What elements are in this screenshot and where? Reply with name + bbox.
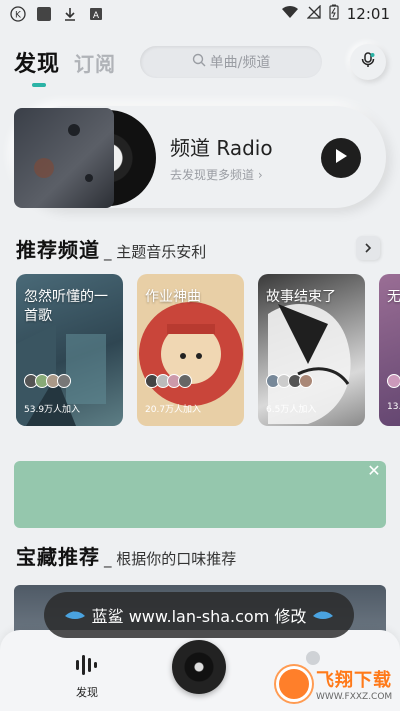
- channel-card[interactable]: 故事结束了 6.5万人加入: [258, 274, 365, 426]
- channel-card[interactable]: 无 13.6: [379, 274, 400, 426]
- watermark-url: WWW.FXXZ.COM: [316, 692, 393, 702]
- a-box-icon: A: [88, 6, 104, 22]
- tab-discover[interactable]: 发现: [14, 46, 60, 87]
- square-icon: [36, 6, 52, 22]
- avatar-group: [145, 374, 192, 388]
- channel-cards: 忽然听懂的一首歌 53.9万人加入 作业神曲 20.7万人加入 故事结束了 6.…: [16, 274, 400, 426]
- play-icon: [334, 148, 348, 168]
- search-icon: [192, 53, 206, 71]
- card-title: 作业神曲: [145, 289, 201, 305]
- card-title: 故事结束了: [266, 289, 336, 305]
- treasure-section-header: 宝藏推荐 _ 根据你的口味推荐: [16, 541, 236, 570]
- recommend-title: 推荐频道: [16, 238, 100, 262]
- watermark: 飞翔下载 WWW.FXXZ.COM: [276, 664, 396, 704]
- ad-banner[interactable]: [14, 461, 386, 528]
- treasure-subtitle: _ 根据你的口味推荐: [104, 550, 237, 568]
- no-signal-icon: [306, 4, 321, 23]
- svg-text:A: A: [93, 11, 100, 21]
- radio-title: 频道 Radio: [170, 136, 273, 160]
- channel-card[interactable]: 忽然听懂的一首歌 53.9万人加入: [16, 274, 123, 426]
- search-placeholder: 单曲/频道: [209, 55, 271, 71]
- channel-card[interactable]: 作业神曲 20.7万人加入: [137, 274, 244, 426]
- avatar-group: [266, 374, 313, 388]
- battery-icon: [329, 4, 339, 24]
- card-member-count: 53.9万人加入: [24, 405, 81, 415]
- card-title: 忽然听懂的一首歌: [24, 289, 108, 324]
- toast-message: 蓝鲨 www.lan-sha.com 修改: [44, 592, 354, 638]
- voice-search-button[interactable]: [350, 44, 386, 80]
- wifi-icon: [281, 5, 299, 23]
- recommend-subtitle: _ 主题音乐安利: [104, 243, 207, 261]
- avatar: [387, 374, 400, 388]
- recommend-section-header: 推荐频道 _ 主题音乐安利: [16, 234, 206, 263]
- svg-text:K: K: [15, 11, 22, 21]
- treasure-title: 宝藏推荐: [16, 545, 100, 569]
- radio-more-link[interactable]: 去发现更多频道 ›: [170, 166, 263, 183]
- play-button[interactable]: [321, 138, 361, 178]
- nav-profile-icon[interactable]: [306, 651, 320, 665]
- shark-icon: [312, 606, 334, 625]
- radio-album-cover: [14, 108, 114, 208]
- nav-discover[interactable]: 发现: [72, 652, 102, 700]
- watermark-logo-icon: [276, 666, 312, 702]
- avatar-group: [24, 374, 71, 388]
- card-member-count: 13.6: [387, 402, 400, 412]
- toast-text: 蓝鲨 www.lan-sha.com 修改: [91, 607, 307, 626]
- close-icon[interactable]: ✕: [366, 463, 382, 479]
- clock: 12:01: [346, 5, 390, 23]
- status-bar: K A 12:01: [0, 0, 400, 28]
- card-title: 无: [387, 289, 400, 305]
- now-playing-disc-button[interactable]: [172, 640, 226, 694]
- search-input[interactable]: 单曲/频道: [140, 46, 323, 78]
- avatar-group: [387, 374, 400, 388]
- watermark-title: 飞翔下载: [316, 670, 392, 691]
- avatar: [178, 374, 192, 388]
- tab-subscribe[interactable]: 订阅: [74, 48, 116, 77]
- avatar: [57, 374, 71, 388]
- header: 发现 订阅 单曲/频道: [14, 42, 386, 87]
- k-circle-icon: K: [10, 6, 26, 22]
- avatar: [299, 374, 313, 388]
- equalizer-icon: [74, 652, 100, 680]
- nav-discover-label: 发现: [76, 686, 98, 699]
- card-member-count: 6.5万人加入: [266, 405, 317, 415]
- download-icon: [62, 6, 78, 22]
- card-member-count: 20.7万人加入: [145, 405, 202, 415]
- shark-icon: [64, 606, 86, 625]
- mic-icon: [359, 51, 377, 73]
- recommend-more-button[interactable]: [356, 236, 380, 260]
- chevron-right-icon: [363, 239, 373, 258]
